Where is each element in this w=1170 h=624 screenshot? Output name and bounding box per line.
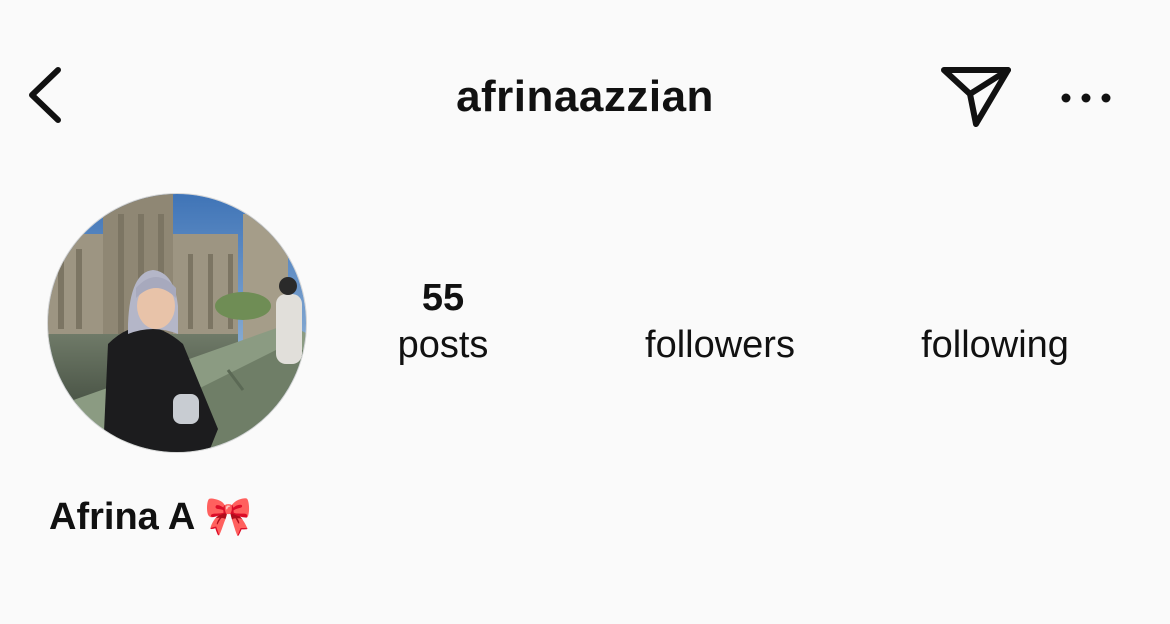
profile-header: afrinaazzian [0,0,1170,190]
more-horizontal-icon [1061,93,1111,103]
following-label: following [921,324,1069,366]
more-options-button[interactable] [1056,80,1116,116]
profile-display-name: Afrina A 🎀 [49,496,252,538]
posts-stat[interactable]: 55 posts [323,276,563,368]
followers-count [600,276,840,320]
following-stat[interactable]: following [875,276,1115,368]
profile-avatar[interactable] [47,193,307,453]
avatar-photo [48,194,306,452]
posts-label: posts [397,324,489,366]
followers-stat[interactable]: followers [600,276,840,368]
send-message-button[interactable] [938,62,1014,130]
paper-plane-icon [941,67,1011,127]
posts-count: 55 [421,277,465,319]
following-count [875,276,1115,320]
followers-label: followers [645,324,795,366]
